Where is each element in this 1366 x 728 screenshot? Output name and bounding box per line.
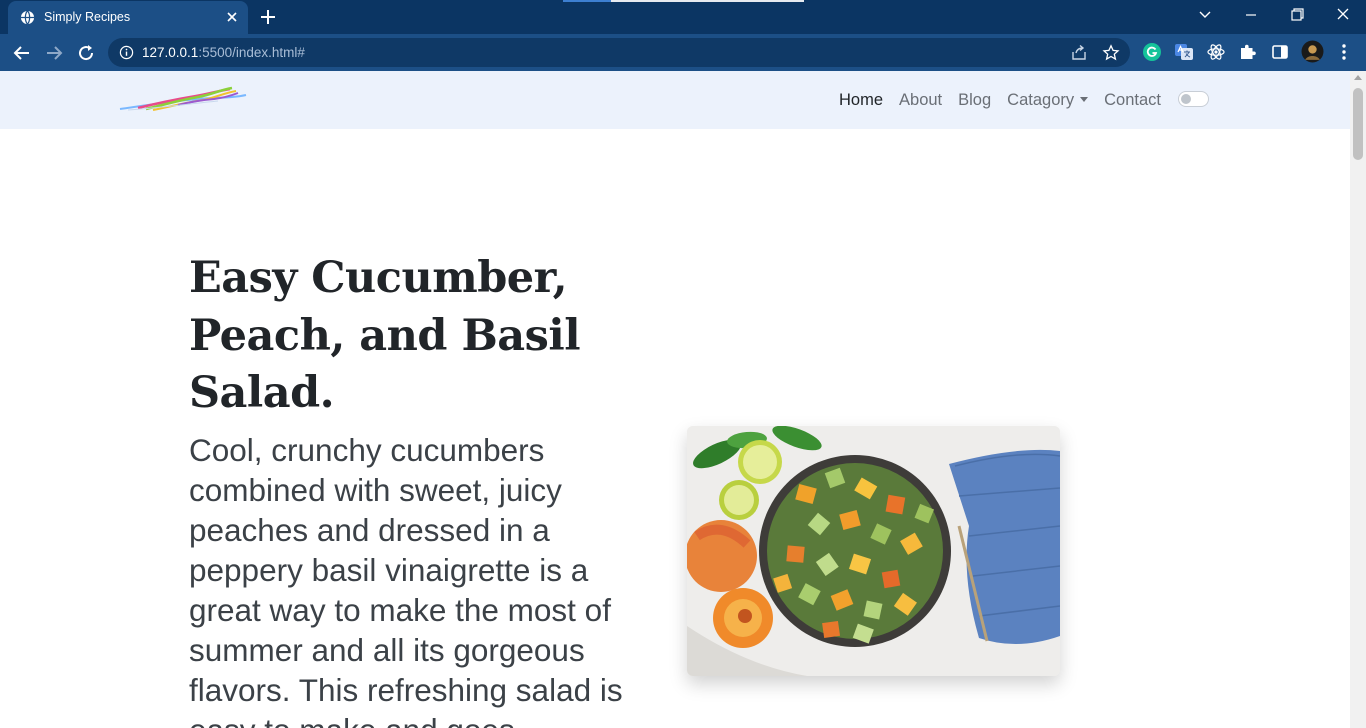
site-info-icon[interactable] bbox=[119, 45, 134, 60]
grammarly-extension-icon[interactable] bbox=[1142, 42, 1162, 62]
tab-strip-highlight bbox=[563, 0, 611, 2]
address-bar[interactable]: 127.0.0.1:5500/index.html# bbox=[108, 38, 1130, 67]
hero-description: Cool, crunchy cucumbers combined with sw… bbox=[189, 432, 623, 728]
back-arrow-icon[interactable] bbox=[12, 43, 32, 63]
salad-photo bbox=[687, 426, 1060, 676]
caret-down-icon bbox=[1080, 97, 1089, 102]
hero-title: Easy Cucumber, Peach, and Basil Salad. bbox=[189, 253, 581, 418]
browser-tab[interactable]: Simply Recipes bbox=[8, 1, 248, 34]
forward-arrow-icon[interactable] bbox=[44, 43, 64, 63]
nav-category-dropdown[interactable]: Catagory bbox=[1007, 91, 1089, 110]
profile-avatar-icon[interactable] bbox=[1301, 40, 1324, 63]
nav-contact-link[interactable]: Contact bbox=[1104, 91, 1161, 110]
share-icon[interactable] bbox=[1070, 44, 1088, 62]
url-text: 127.0.0.1:5500/index.html# bbox=[142, 45, 305, 60]
bookmark-star-icon[interactable] bbox=[1102, 44, 1120, 62]
dark-mode-toggle[interactable] bbox=[1178, 91, 1209, 107]
close-window-icon[interactable] bbox=[1332, 6, 1354, 24]
site-logo[interactable] bbox=[118, 83, 250, 115]
url-path: :5500/index.html# bbox=[198, 45, 305, 60]
menu-kebab-icon[interactable] bbox=[1334, 42, 1354, 62]
side-panel-icon[interactable] bbox=[1270, 42, 1290, 62]
site-navbar: Home About Blog Catagory Contact bbox=[0, 71, 1350, 129]
react-devtools-icon[interactable] bbox=[1206, 42, 1226, 62]
new-tab-icon[interactable] bbox=[258, 7, 278, 27]
main-menu: Home About Blog Catagory Contact bbox=[839, 91, 1177, 110]
minimize-icon[interactable] bbox=[1240, 6, 1262, 24]
tab-title: Simply Recipes bbox=[44, 10, 131, 24]
nav-about-link[interactable]: About bbox=[899, 91, 942, 110]
nav-blog-link[interactable]: Blog bbox=[958, 91, 991, 110]
page-scrollbar[interactable] bbox=[1350, 71, 1366, 728]
browser-tab-strip: Simply Recipes bbox=[0, 0, 1366, 34]
nav-home-link[interactable]: Home bbox=[839, 91, 883, 110]
close-tab-icon[interactable] bbox=[224, 9, 240, 25]
nav-category-label: Catagory bbox=[1007, 91, 1075, 109]
restore-icon[interactable] bbox=[1286, 6, 1308, 24]
browser-toolbar: 127.0.0.1:5500/index.html# bbox=[0, 34, 1366, 71]
tab-strip-highlight bbox=[611, 0, 804, 2]
scrollbar-thumb[interactable] bbox=[1353, 88, 1363, 160]
salad-illustration bbox=[687, 426, 1060, 676]
reload-icon[interactable] bbox=[76, 43, 96, 63]
toggle-knob bbox=[1181, 94, 1191, 104]
scroll-up-arrow-icon[interactable] bbox=[1354, 75, 1362, 80]
translate-extension-icon[interactable] bbox=[1174, 42, 1194, 62]
extensions-puzzle-icon[interactable] bbox=[1238, 42, 1258, 62]
url-host: 127.0.0.1 bbox=[142, 45, 199, 60]
globe-icon bbox=[20, 10, 35, 25]
tab-search-chevron-icon[interactable] bbox=[1194, 6, 1216, 24]
